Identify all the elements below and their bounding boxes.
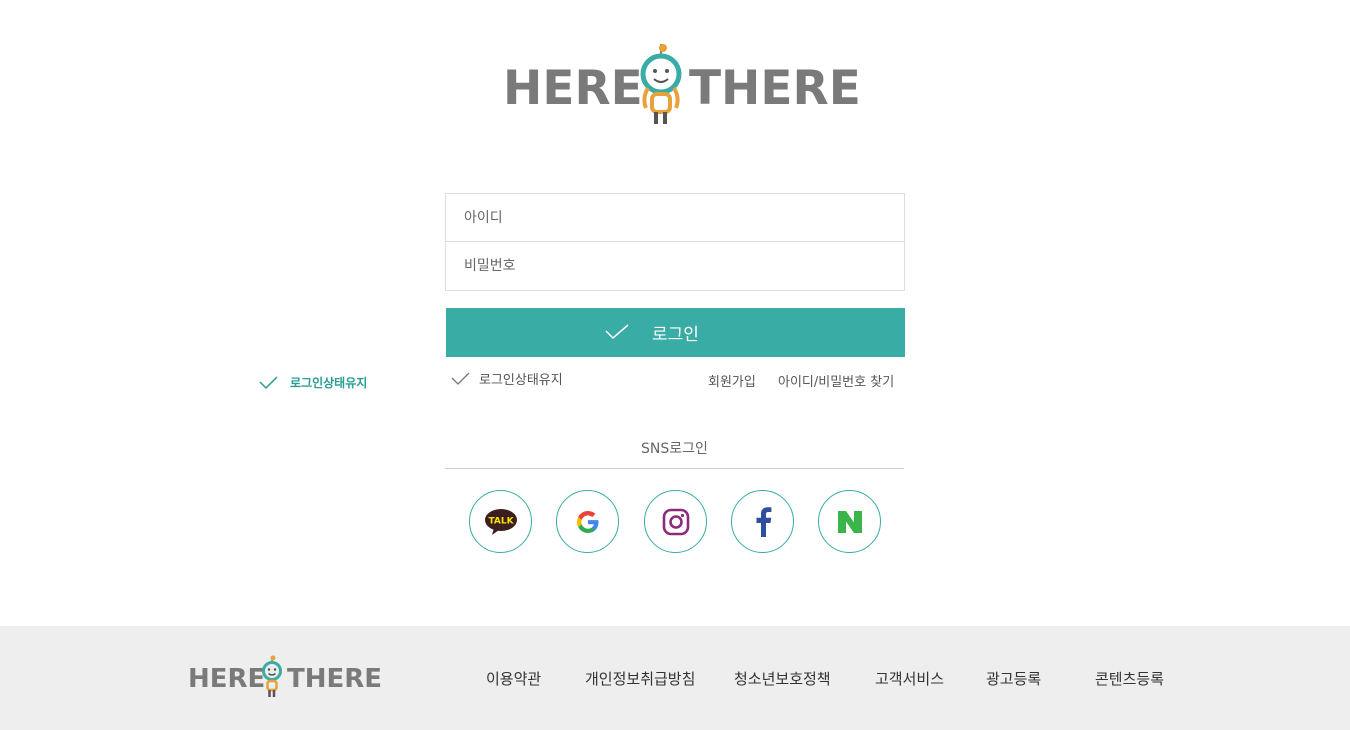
sns-divider [445, 468, 904, 469]
facebook-login-button[interactable] [731, 490, 794, 553]
instagram-login-button[interactable] [644, 490, 707, 553]
footer-logo[interactable]: HERE THERE [188, 654, 382, 698]
footer-link-customer-service[interactable]: 고객서비스 [875, 668, 944, 689]
footer-logo-left-text: HERE [188, 664, 266, 694]
checkmark-icon [259, 375, 278, 389]
instagram-icon [662, 508, 689, 535]
footer-link-terms[interactable]: 이용약관 [486, 668, 541, 689]
facebook-icon [756, 506, 771, 537]
id-input[interactable] [445, 193, 905, 242]
footer-link-content-register[interactable]: 콘텐츠등록 [1095, 668, 1164, 689]
kakao-talk-icon: TALK [484, 508, 517, 535]
checkmark-icon [605, 324, 629, 340]
kakao-login-button[interactable]: TALK [469, 490, 532, 553]
footer-logo-right-text: THERE [287, 664, 383, 694]
naver-icon [837, 510, 862, 533]
mascot-icon [262, 655, 282, 697]
brand-logo[interactable]: HERE THERE [500, 40, 861, 130]
login-form [445, 193, 905, 291]
login-button-label: 로그인 [652, 325, 699, 345]
signup-link[interactable]: 회원가입 [708, 371, 756, 390]
footer-link-ad-register[interactable]: 광고등록 [986, 668, 1041, 689]
brand-logo-left-text: HERE [503, 61, 643, 116]
kakao-talk-text: TALK [488, 516, 514, 526]
password-input[interactable] [445, 242, 905, 291]
find-account-link[interactable]: 아이디/비밀번호 찾기 [778, 371, 894, 390]
keep-login-label: 로그인상태유지 [479, 373, 563, 388]
sns-login-title: SNS로그인 [641, 441, 708, 457]
naver-login-button[interactable] [818, 490, 881, 553]
floating-keep-login[interactable]: 로그인상태유지 [258, 374, 367, 391]
google-icon [576, 510, 598, 533]
footer-link-privacy[interactable]: 개인정보취급방침 [585, 668, 695, 689]
mascot-icon [640, 44, 682, 124]
checkmark-icon [451, 372, 470, 385]
brand-logo-right-text: THERE [689, 61, 861, 116]
footer-link-youth-protection[interactable]: 청소년보호정책 [734, 668, 831, 689]
floating-keep-login-label: 로그인상태유지 [290, 376, 368, 390]
keep-login-checkbox[interactable]: 로그인상태유지 [450, 369, 563, 388]
footer: HERE THERE 이용약관 개인정보취급방침 청소년보호정책 고객서비스 광… [0, 626, 1350, 730]
login-button[interactable]: 로그인 [446, 308, 905, 357]
google-login-button[interactable] [556, 490, 619, 553]
